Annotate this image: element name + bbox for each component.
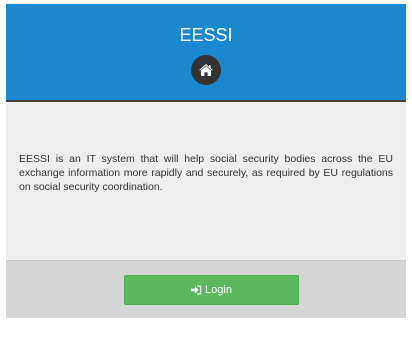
login-button[interactable]: Login [124,275,299,305]
header: EESSI [6,4,406,102]
sign-in-icon [191,285,202,295]
description-text: EESSI is an IT system that will help soc… [19,153,393,193]
home-icon [199,64,213,76]
footer: Login [6,260,406,318]
login-label: Login [205,284,232,296]
app-title: EESSI [179,25,233,45]
login-card: EESSI EESSI is an IT system that will he… [6,4,406,318]
home-button[interactable] [191,55,221,85]
content-area: EESSI is an IT system that will help soc… [6,102,406,260]
